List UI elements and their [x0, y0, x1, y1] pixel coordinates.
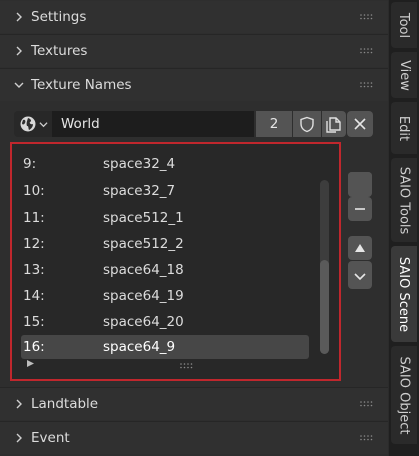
item-name: space512_1: [103, 210, 184, 226]
world-type-dropdown[interactable]: [14, 111, 52, 137]
chevron-down-icon: [354, 273, 366, 281]
item-index: 14:: [23, 288, 45, 304]
remove-item-button[interactable]: [348, 197, 372, 221]
tab-label: Tool: [396, 12, 412, 38]
texture-names-list: 9: space32_4 10: space32_7 11: space512_…: [10, 142, 341, 381]
tab-label: SAIO Scene: [396, 256, 412, 332]
list-item[interactable]: 15: space64_20: [21, 310, 309, 334]
list-item[interactable]: 12: space512_2: [21, 232, 309, 256]
duplicate-button[interactable]: [322, 111, 346, 137]
list-item[interactable]: 14: space64_19: [21, 284, 309, 308]
item-name: space32_7: [103, 183, 176, 199]
list-item[interactable]: 9: space32_4: [21, 152, 309, 176]
section-texture-names-label: Texture Names: [31, 77, 132, 93]
drag-grip-icon[interactable]: [360, 82, 374, 88]
minus-icon: [355, 208, 365, 210]
move-up-button[interactable]: [348, 236, 372, 260]
unlink-button[interactable]: [347, 111, 373, 137]
item-name: space32_4: [103, 156, 176, 172]
user-count-field[interactable]: 2: [256, 111, 292, 137]
section-settings-header[interactable]: Settings: [0, 1, 388, 33]
drag-grip-icon[interactable]: [360, 14, 374, 20]
tab-saio-scene[interactable]: SAIO Scene: [391, 246, 417, 342]
item-index: 12:: [23, 236, 45, 252]
list-item-selected[interactable]: 16: space64_9: [21, 335, 309, 359]
section-event-header[interactable]: Event: [0, 422, 388, 454]
list-specials-menu-button[interactable]: [348, 265, 372, 289]
chevron-right-icon: [11, 430, 27, 446]
item-index: 16:: [23, 339, 45, 355]
item-name: space64_19: [103, 288, 184, 304]
resize-grip-icon[interactable]: [180, 363, 194, 369]
shield-icon: [300, 116, 314, 132]
list-item[interactable]: 13: space64_18: [21, 258, 309, 282]
tab-edit[interactable]: Edit: [391, 102, 417, 154]
chevron-right-icon: [11, 9, 27, 25]
section-texture-names-header[interactable]: Texture Names: [0, 69, 388, 101]
tab-view[interactable]: View: [391, 52, 417, 98]
section-settings-label: Settings: [31, 9, 87, 25]
tab-label: SAIO Tools: [396, 166, 412, 234]
section-textures-label: Textures: [31, 43, 88, 59]
fake-user-button[interactable]: [293, 111, 321, 137]
item-name: space64_9: [103, 339, 176, 355]
chevron-right-icon: [11, 396, 27, 412]
section-landtable-header[interactable]: Landtable: [0, 388, 388, 420]
drag-grip-icon[interactable]: [360, 435, 374, 441]
list-item[interactable]: 10: space32_7: [21, 179, 309, 203]
chevron-right-icon: [11, 43, 27, 59]
filter-options-triangle-icon[interactable]: [26, 359, 35, 368]
tab-label: SAIO Object: [396, 356, 412, 434]
item-index: 15:: [23, 314, 45, 330]
drag-grip-icon[interactable]: [360, 401, 374, 407]
tab-saio-tools[interactable]: SAIO Tools: [391, 158, 417, 242]
item-name: space64_20: [103, 314, 184, 330]
list-scrollbar-thumb[interactable]: [320, 260, 329, 354]
duplicate-icon: [326, 117, 341, 133]
tab-label: Edit: [396, 115, 412, 141]
tab-saio-object[interactable]: SAIO Object: [391, 346, 417, 444]
chevron-down-icon: [11, 77, 27, 93]
item-index: 9:: [23, 156, 37, 172]
item-name: space64_18: [103, 262, 184, 278]
close-icon: [354, 118, 366, 130]
tab-label: View: [396, 59, 412, 91]
sidebar-tabs: Tool View Edit SAIO Tools SAIO Scene SAI…: [389, 0, 419, 456]
world-name-field[interactable]: World: [52, 111, 254, 137]
section-event-label: Event: [31, 430, 70, 446]
list-inner: 9: space32_4 10: space32_7 11: space512_…: [14, 146, 337, 377]
item-index: 10:: [23, 183, 45, 199]
chevron-down-icon: [38, 121, 48, 127]
list-item[interactable]: 11: space512_1: [21, 206, 309, 230]
globe-icon: [20, 116, 35, 132]
item-name: space512_2: [103, 236, 184, 252]
drag-grip-icon[interactable]: [360, 48, 374, 54]
tab-tool[interactable]: Tool: [391, 2, 417, 48]
item-index: 13:: [23, 262, 45, 278]
section-textures-header[interactable]: Textures: [0, 35, 388, 67]
section-landtable-label: Landtable: [31, 396, 99, 412]
placeholder: [348, 172, 372, 196]
item-index: 11:: [23, 210, 45, 226]
properties-panel: Settings Textures Texture Names World 2: [0, 0, 388, 456]
triangle-up-icon: [355, 244, 365, 252]
